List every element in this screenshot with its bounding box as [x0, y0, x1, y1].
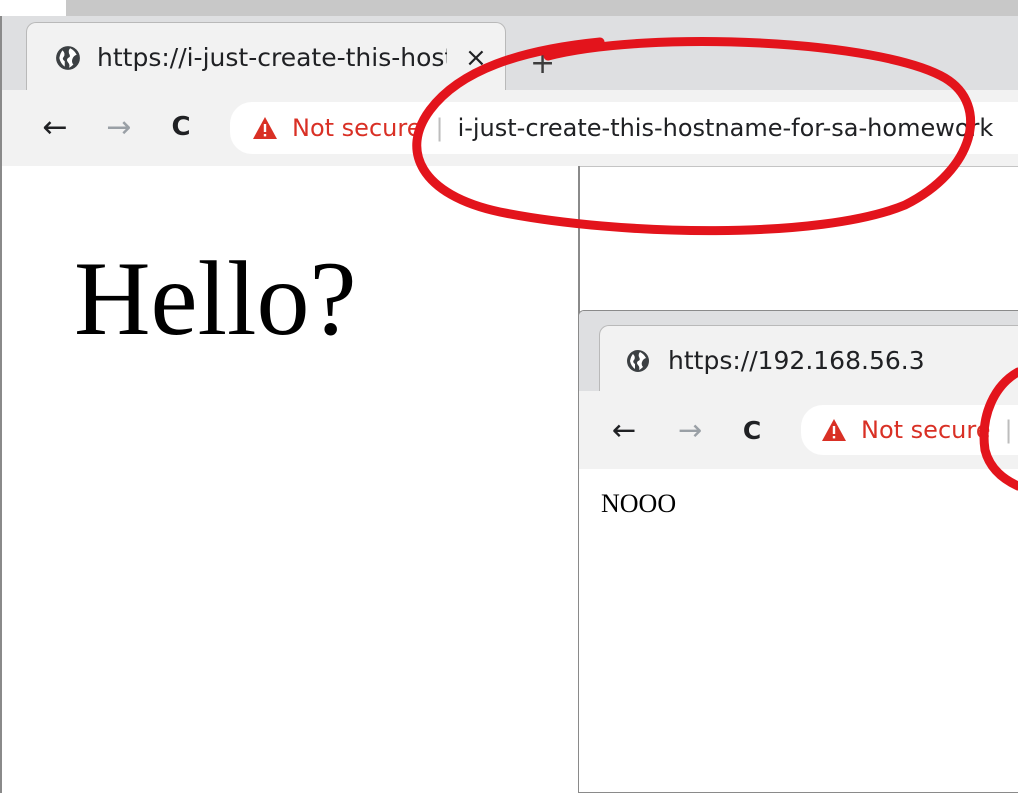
address-bar[interactable]: Not secure | — [801, 405, 1018, 455]
tab-active[interactable]: https://192.168.56.3 — [599, 325, 1018, 395]
omnibox-separator: | — [435, 114, 444, 142]
tab-strip: https://192.168.56.3 — [579, 311, 1018, 395]
close-tab-icon[interactable]: × — [465, 43, 487, 73]
tab-title: https://i-just-create-this-hostname-for-… — [97, 43, 447, 72]
tab-strip: https://i-just-create-this-hostname-for-… — [2, 16, 1018, 92]
background-strip — [66, 0, 1018, 16]
new-tab-button[interactable]: + — [530, 46, 555, 81]
toolbar: ← → C Not secure | — [579, 391, 1018, 470]
omnibox-separator: | — [1004, 416, 1013, 444]
warning-icon — [252, 116, 278, 140]
reload-button[interactable]: C — [156, 102, 206, 152]
globe-icon — [626, 349, 650, 373]
tab-title: https://192.168.56.3 — [668, 346, 925, 375]
forward-button[interactable]: → — [94, 102, 144, 152]
page-content: NOOO — [579, 469, 1018, 792]
warning-icon — [821, 418, 847, 442]
page-text: NOOO — [601, 489, 677, 518]
page-content: Hello? — [2, 166, 580, 793]
browser-window-b: https://192.168.56.3 ← → C Not secure | … — [578, 310, 1018, 793]
security-label[interactable]: Not secure — [861, 416, 990, 444]
page-heading: Hello? — [74, 240, 357, 357]
back-button[interactable]: ← — [601, 405, 647, 455]
url-text[interactable]: i-just-create-this-hostname-for-sa-homew… — [458, 114, 994, 142]
toolbar: ← → C Not secure | i-just-create-this-ho… — [2, 90, 1018, 167]
tab-active[interactable]: https://i-just-create-this-hostname-for-… — [26, 22, 506, 92]
back-button[interactable]: ← — [30, 102, 80, 152]
address-bar[interactable]: Not secure | i-just-create-this-hostname… — [230, 102, 1018, 154]
security-label[interactable]: Not secure — [292, 114, 421, 142]
forward-button[interactable]: → — [667, 405, 713, 455]
reload-button[interactable]: C — [729, 405, 775, 455]
globe-icon — [55, 45, 81, 71]
